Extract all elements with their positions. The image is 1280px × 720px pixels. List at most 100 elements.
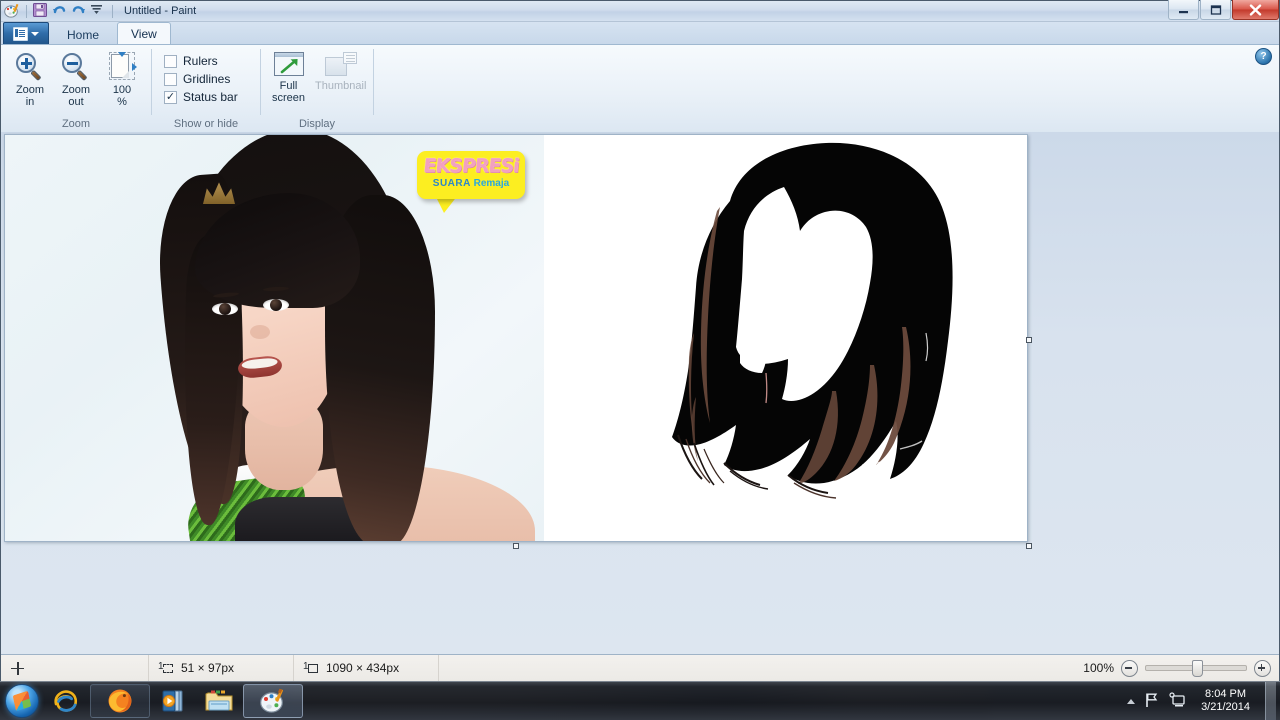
- zoom-in-button[interactable]: Zoom in: [7, 49, 53, 111]
- close-button[interactable]: [1232, 0, 1279, 20]
- zoom-in-label-2: in: [25, 96, 35, 108]
- clock-time: 8:04 PM: [1205, 688, 1247, 700]
- taskbar-item-paint[interactable]: [243, 684, 303, 718]
- clock[interactable]: 8:04 PM 3/21/2014: [1195, 688, 1256, 714]
- start-button[interactable]: [2, 683, 42, 719]
- rulers-checkbox-icon[interactable]: [164, 54, 177, 68]
- minimize-button[interactable]: [1168, 0, 1199, 20]
- tab-view[interactable]: View: [117, 22, 171, 44]
- full-screen-icon: [273, 52, 304, 78]
- group-label-show-or-hide: Show or hide: [173, 118, 239, 130]
- reference-photo: EKSPRESi SUARA Remaja: [5, 135, 544, 541]
- image-size-value: 1090 × 434px: [326, 661, 400, 675]
- firefox-icon: [108, 689, 132, 713]
- zoom-100-percent-button[interactable]: 100 %: [99, 49, 145, 111]
- zoom-100-percent-icon: [107, 52, 137, 82]
- customize-qat-icon[interactable]: [90, 3, 106, 19]
- ribbon-group-display: Full screen Thumbnail Display: [261, 45, 373, 133]
- zoom-level-value: 100%: [1083, 661, 1114, 675]
- zoom-out-button-status[interactable]: [1121, 659, 1138, 677]
- resize-handle-right[interactable]: [1026, 337, 1032, 343]
- action-center-flag-icon[interactable]: [1144, 692, 1160, 711]
- checkbox-gridlines[interactable]: Gridlines: [164, 72, 238, 86]
- thumbnail-button: Thumbnail: [314, 49, 367, 95]
- tab-home[interactable]: Home: [53, 24, 113, 44]
- window-controls[interactable]: [1167, 0, 1279, 20]
- logo-subtitle-accent: Remaja: [473, 178, 510, 189]
- paint-app-icon[interactable]: [4, 3, 20, 19]
- selection-size-icon: 1: [158, 661, 175, 675]
- undo-icon[interactable]: [52, 3, 68, 19]
- title-bar[interactable]: Untitled - Paint: [1, 0, 1279, 22]
- zoom-out-icon: [61, 52, 91, 82]
- windows-explorer-icon: [205, 690, 233, 711]
- group-label-display: Display: [298, 118, 336, 130]
- ribbon-tab-bar[interactable]: Home View: [1, 22, 1279, 45]
- redo-icon[interactable]: [71, 3, 87, 19]
- start-orb-icon: [5, 684, 39, 718]
- quick-access-toolbar[interactable]: [1, 1, 116, 21]
- zoom-slider-track[interactable]: [1145, 660, 1247, 677]
- taskbar[interactable]: 8:04 PM 3/21/2014: [0, 681, 1280, 720]
- qat-divider-2: [112, 4, 113, 18]
- zoom-in-label-1: Zoom: [15, 84, 45, 96]
- ribbon-group-show-or-hide: Rulers Gridlines ✓ Status bar Show or hi…: [152, 45, 260, 133]
- media-player-icon: [162, 690, 183, 712]
- status-cursor-cell: [1, 655, 149, 681]
- taskbar-item-internet-explorer[interactable]: [45, 684, 87, 718]
- status-selection-cell: 1 51 × 97px: [149, 655, 294, 681]
- status-bar-checkbox-icon[interactable]: ✓: [164, 90, 177, 104]
- taskbar-item-media-player[interactable]: [153, 684, 195, 718]
- logo-title: EKSPRESi: [422, 155, 520, 177]
- internet-explorer-icon: [54, 690, 78, 712]
- zoom-100-label-1: 100: [112, 84, 132, 96]
- full-screen-label-2: screen: [272, 92, 306, 104]
- rulers-label: Rulers: [183, 54, 218, 68]
- image-size-icon: 1: [303, 661, 320, 675]
- full-screen-button[interactable]: Full screen: [271, 49, 306, 107]
- gridlines-label: Gridlines: [183, 72, 231, 86]
- help-icon[interactable]: ?: [1255, 48, 1272, 65]
- file-menu-button[interactable]: [3, 22, 49, 44]
- paint-window: Untitled - Paint Home View ? Zoom in Zoo…: [0, 0, 1280, 682]
- resize-handle-bottom-right[interactable]: [1026, 543, 1032, 549]
- clock-date: 3/21/2014: [1201, 701, 1250, 713]
- status-spacer: [439, 655, 1075, 681]
- group-label-zoom: Zoom: [61, 118, 91, 130]
- checkbox-status-bar[interactable]: ✓ Status bar: [164, 90, 238, 104]
- logo-subtitle: SUARA Remaja: [417, 178, 525, 189]
- logo-subtitle-bold: SUARA: [432, 178, 471, 189]
- thumbnail-icon: [324, 52, 357, 78]
- maximize-button[interactable]: [1200, 0, 1231, 20]
- taskbar-item-windows-explorer[interactable]: [198, 684, 240, 718]
- checkbox-rulers[interactable]: Rulers: [164, 54, 238, 68]
- resize-handle-bottom[interactable]: [513, 543, 519, 549]
- taskbar-item-firefox[interactable]: [90, 684, 150, 718]
- thumbnail-label: Thumbnail: [315, 80, 367, 92]
- zoom-out-button[interactable]: Zoom out: [53, 49, 99, 111]
- zoom-100-label-2: %: [117, 96, 127, 108]
- gridlines-checkbox-icon[interactable]: [164, 72, 177, 86]
- paint-canvas[interactable]: EKSPRESi SUARA Remaja: [4, 134, 1028, 542]
- status-bar: 1 51 × 97px 1 1090 × 434px 100%: [1, 654, 1279, 681]
- show-desktop-button[interactable]: [1265, 682, 1276, 720]
- zoom-in-button-status[interactable]: [1254, 659, 1271, 677]
- qat-divider: [26, 4, 27, 18]
- zoom-slider-thumb[interactable]: [1192, 660, 1203, 677]
- system-tray[interactable]: 8:04 PM 3/21/2014: [1127, 682, 1280, 720]
- selection-size-value: 51 × 97px: [181, 661, 235, 675]
- tray-overflow-arrow[interactable]: [1127, 698, 1136, 704]
- status-image-size-cell: 1 1090 × 434px: [294, 655, 439, 681]
- network-icon[interactable]: [1169, 691, 1186, 711]
- hair-silhouette-svg: [672, 142, 953, 499]
- ribbon-group-divider-3: [373, 49, 374, 115]
- zoom-control[interactable]: 100%: [1075, 659, 1279, 677]
- ribbon-group-zoom: Zoom in Zoom out 100 % Zoom: [1, 45, 151, 133]
- canvas-work-area[interactable]: EKSPRESi SUARA Remaja: [1, 132, 1279, 654]
- file-menu-icon: [13, 26, 28, 41]
- zoom-out-label-2: out: [68, 96, 84, 108]
- traced-hair-drawing: [544, 135, 1027, 541]
- window-title: Untitled - Paint: [124, 5, 197, 17]
- paint-taskbar-icon: [260, 688, 283, 713]
- save-icon[interactable]: [33, 3, 49, 19]
